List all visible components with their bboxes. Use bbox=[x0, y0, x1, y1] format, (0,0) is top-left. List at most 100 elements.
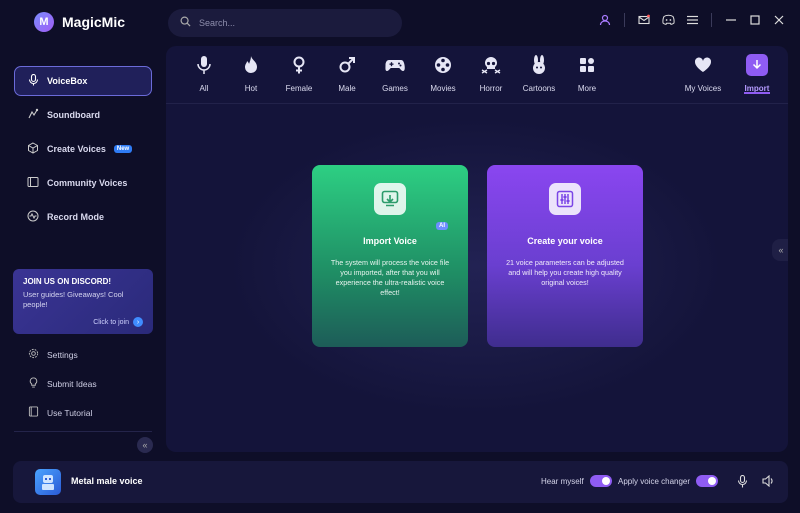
category-horror[interactable]: Horror bbox=[467, 54, 515, 93]
close-icon[interactable] bbox=[772, 13, 786, 27]
sidebar-item-community-voices[interactable]: Community Voices bbox=[14, 168, 152, 198]
collapse-sidebar-button[interactable]: « bbox=[137, 437, 153, 453]
category-label: Male bbox=[338, 84, 356, 93]
search-bar[interactable] bbox=[168, 9, 402, 37]
app-window: M MagicMic Search... VoiceBox Soundboard… bbox=[0, 0, 800, 513]
male-icon bbox=[336, 54, 358, 76]
discord-subtitle: User guides! Giveaways! Cool people! bbox=[23, 290, 124, 309]
category-male[interactable]: Male bbox=[323, 54, 371, 93]
maximize-icon[interactable] bbox=[748, 13, 762, 27]
gear-icon bbox=[28, 348, 39, 361]
discord-title: JOIN US ON DISCORD! bbox=[23, 277, 112, 286]
expand-panel-button[interactable]: « bbox=[772, 239, 788, 261]
sidebar-item-label: Submit Ideas bbox=[47, 378, 97, 389]
category-more[interactable]: More bbox=[563, 54, 611, 93]
category-hot[interactable]: Hot bbox=[227, 54, 275, 93]
sidebar-item-label: Community Voices bbox=[47, 178, 128, 188]
user-icon[interactable] bbox=[598, 13, 612, 27]
microphone-icon bbox=[28, 73, 39, 88]
category-movies[interactable]: Movies bbox=[419, 54, 467, 93]
category-all[interactable]: All bbox=[180, 54, 228, 93]
tab-import[interactable]: Import bbox=[733, 54, 781, 94]
skull-icon bbox=[480, 54, 502, 76]
equalizer-icon bbox=[549, 183, 581, 215]
speaker-icon[interactable] bbox=[761, 474, 775, 488]
book-icon bbox=[28, 406, 39, 419]
sidebar-item-label: Settings bbox=[47, 349, 78, 360]
category-games[interactable]: Games bbox=[371, 54, 419, 93]
sidebar-item-use-tutorial[interactable]: Use Tutorial bbox=[28, 406, 92, 419]
import-voice-card[interactable]: AI Import Voice The system will process … bbox=[312, 165, 468, 347]
card-description: 21 voice parameters can be adjusted and … bbox=[506, 258, 624, 287]
soundboard-icon bbox=[27, 108, 39, 122]
card-description: The system will process the voice file y… bbox=[330, 258, 450, 297]
tab-my-voices[interactable]: My Voices bbox=[679, 54, 727, 93]
hear-myself-control: Hear myself bbox=[541, 475, 612, 487]
category-label: More bbox=[577, 84, 597, 93]
voice-avatar bbox=[35, 469, 61, 495]
lightbulb-icon bbox=[28, 377, 39, 390]
sidebar: VoiceBox Soundboard Create Voices New Co… bbox=[0, 56, 165, 454]
card-title: Import Voice bbox=[363, 236, 417, 246]
background-glow bbox=[226, 116, 726, 416]
waveform-icon bbox=[27, 210, 39, 224]
search-icon bbox=[180, 14, 191, 32]
microphone-icon bbox=[193, 54, 215, 76]
discord-icon[interactable] bbox=[661, 13, 675, 27]
window-toolbar bbox=[598, 13, 786, 27]
grid-icon bbox=[576, 54, 598, 76]
bunny-icon bbox=[528, 54, 550, 76]
search-input[interactable] bbox=[199, 18, 379, 28]
toolbar-divider bbox=[711, 13, 712, 27]
logo-icon: M bbox=[34, 12, 54, 32]
hear-myself-label: Hear myself bbox=[541, 476, 584, 486]
apply-voice-changer-label: Apply voice changer bbox=[618, 476, 691, 486]
apply-voice-changer-control: Apply voice changer bbox=[618, 475, 719, 487]
card-title: Create your voice bbox=[527, 236, 603, 246]
sidebar-item-voicebox[interactable]: VoiceBox bbox=[14, 66, 152, 96]
sidebar-item-label: Create Voices bbox=[47, 144, 106, 154]
female-icon bbox=[288, 54, 310, 76]
category-label: Horror bbox=[479, 84, 503, 93]
sidebar-divider bbox=[14, 431, 152, 432]
ai-badge: AI bbox=[436, 222, 448, 230]
new-badge: New bbox=[113, 145, 133, 153]
category-bar: All Hot Female Male Games Movies Horror … bbox=[166, 46, 788, 104]
arrow-right-icon: › bbox=[133, 317, 143, 327]
main-panel: All Hot Female Male Games Movies Horror … bbox=[166, 46, 788, 452]
microphone-icon[interactable] bbox=[735, 474, 749, 488]
sidebar-item-submit-ideas[interactable]: Submit Ideas bbox=[28, 377, 97, 390]
double-chevron-left-icon: « bbox=[142, 440, 148, 450]
double-chevron-left-icon: « bbox=[778, 245, 784, 255]
category-label: Female bbox=[285, 84, 313, 93]
tab-label: My Voices bbox=[684, 84, 722, 93]
create-voice-card[interactable]: Create your voice 21 voice parameters ca… bbox=[487, 165, 643, 347]
category-female[interactable]: Female bbox=[275, 54, 323, 93]
discord-join-link[interactable]: Click to join › bbox=[93, 317, 143, 327]
cube-icon bbox=[27, 142, 39, 156]
apply-voice-changer-toggle[interactable] bbox=[696, 475, 719, 487]
discord-cta-label: Click to join bbox=[93, 318, 129, 326]
hear-myself-toggle[interactable] bbox=[589, 475, 612, 487]
sidebar-item-record-mode[interactable]: Record Mode bbox=[14, 202, 152, 232]
category-cartoons[interactable]: Cartoons bbox=[515, 54, 563, 93]
sidebar-item-create-voices[interactable]: Create Voices New bbox=[14, 134, 152, 164]
sidebar-item-label: Soundboard bbox=[47, 110, 100, 120]
category-label: Cartoons bbox=[522, 84, 556, 93]
sidebar-item-label: Use Tutorial bbox=[47, 407, 93, 418]
import-file-icon bbox=[374, 183, 406, 215]
sidebar-item-soundboard[interactable]: Soundboard bbox=[14, 100, 152, 130]
discord-banner[interactable]: JOIN US ON DISCORD! User guides! Giveawa… bbox=[13, 269, 153, 334]
app-logo: M MagicMic bbox=[34, 12, 125, 32]
toolbar-divider bbox=[624, 13, 625, 27]
community-icon bbox=[27, 176, 39, 190]
flame-icon bbox=[240, 54, 262, 76]
sidebar-item-settings[interactable]: Settings bbox=[28, 348, 78, 361]
mail-icon[interactable] bbox=[637, 13, 651, 27]
film-reel-icon bbox=[432, 54, 454, 76]
menu-icon[interactable] bbox=[685, 13, 699, 27]
heart-icon bbox=[692, 54, 714, 76]
active-tab-indicator bbox=[744, 92, 770, 94]
minimize-icon[interactable] bbox=[724, 13, 738, 27]
category-label: All bbox=[199, 84, 209, 93]
